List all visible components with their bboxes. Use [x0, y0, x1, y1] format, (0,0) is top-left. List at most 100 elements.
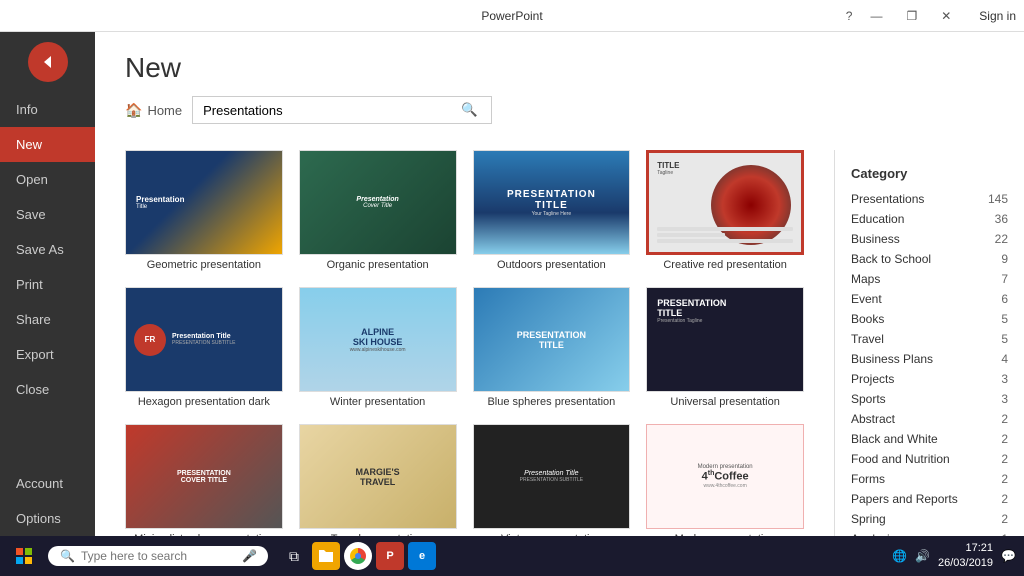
category-presentations[interactable]: Presentations 145	[835, 189, 1024, 209]
category-papers[interactable]: Papers and Reports 2	[835, 489, 1024, 509]
task-view-button[interactable]: ⧉	[280, 542, 308, 570]
category-label: Sports	[851, 392, 886, 406]
title-bar: PowerPoint ? — ❐ ✕ Sign in	[0, 0, 1024, 32]
taskbar-right: 🌐 🔊 17:21 26/03/2019 💬	[892, 541, 1016, 572]
home-link[interactable]: 🏠 Home	[125, 102, 182, 119]
template-thumb-hexagon: FR Presentation Title PRESENTATION SUBTI…	[125, 287, 283, 392]
category-maps[interactable]: Maps 7	[835, 269, 1024, 289]
sidebar-item-account[interactable]: Account	[0, 466, 95, 501]
search-button[interactable]: 🔍	[453, 97, 486, 123]
sidebar-item-options[interactable]: Options	[0, 501, 95, 536]
category-black-white[interactable]: Black and White 2	[835, 429, 1024, 449]
template-thumb-travel: MARGIE'S TRAVEL	[299, 424, 457, 529]
category-count: 5	[1001, 332, 1008, 346]
sidebar-item-save-as[interactable]: Save As	[0, 232, 95, 267]
category-food[interactable]: Food and Nutrition 2	[835, 449, 1024, 469]
sidebar-item-info[interactable]: Info	[0, 92, 95, 127]
powerpoint-button[interactable]: P	[376, 542, 404, 570]
category-label: Business	[851, 232, 900, 246]
template-hexagon[interactable]: FR Presentation Title PRESENTATION SUBTI…	[125, 287, 283, 408]
template-label-geometric: Geometric presentation	[125, 259, 283, 271]
template-winter[interactable]: ALPINE SKI HOUSE www.alpineskihouse.com …	[299, 287, 457, 408]
category-travel[interactable]: Travel 5	[835, 329, 1024, 349]
template-thumb-geometric: Presentation Title	[125, 150, 283, 255]
category-panel: Category Presentations 145 Education 36 …	[834, 150, 1024, 536]
chrome-button[interactable]	[344, 542, 372, 570]
creative-lines	[649, 217, 801, 252]
clock: 17:21	[938, 541, 993, 556]
template-label-organic: Organic presentation	[299, 259, 457, 271]
templates-scroll[interactable]: Presentation Title Geometric presentatio…	[95, 150, 834, 536]
sidebar-item-save[interactable]: Save	[0, 197, 95, 232]
sign-in-button[interactable]: Sign in	[979, 9, 1016, 23]
category-label: Papers and Reports	[851, 492, 958, 506]
edge-button[interactable]: e	[408, 542, 436, 570]
template-blue-spheres[interactable]: PRESENTATION TITLE Blue spheres presenta…	[473, 287, 631, 408]
sidebar-item-share[interactable]: Share	[0, 302, 95, 337]
category-education[interactable]: Education 36	[835, 209, 1024, 229]
notification-button[interactable]: 💬	[1001, 549, 1016, 563]
category-business-plans[interactable]: Business Plans 4	[835, 349, 1024, 369]
template-minimalist[interactable]: PRESENTATION COVER TITLE Minimalist colo…	[125, 424, 283, 536]
category-count: 5	[1001, 312, 1008, 326]
category-books[interactable]: Books 5	[835, 309, 1024, 329]
template-organic[interactable]: Presentation Cover Title Organic present…	[299, 150, 457, 271]
template-thumb-minimalist: PRESENTATION COVER TITLE	[125, 424, 283, 529]
template-thumb-modern: Modern presentation 4thCoffee www.4thcof…	[646, 424, 804, 529]
template-creative-red[interactable]: TITLE Tagline Creative red present	[646, 150, 804, 271]
page-title: New	[125, 52, 994, 84]
volume-icon[interactable]: 🔊	[915, 549, 930, 563]
category-label: Travel	[851, 332, 884, 346]
category-label: Back to School	[851, 252, 931, 266]
category-label: Forms	[851, 472, 885, 486]
sidebar-item-new[interactable]: New	[0, 127, 95, 162]
category-sports[interactable]: Sports 3	[835, 389, 1024, 409]
start-button[interactable]	[8, 540, 40, 572]
category-back-to-school[interactable]: Back to School 9	[835, 249, 1024, 269]
home-label: Home	[147, 103, 182, 118]
template-travel[interactable]: MARGIE'S TRAVEL Travel presentation	[299, 424, 457, 536]
category-event[interactable]: Event 6	[835, 289, 1024, 309]
file-explorer-button[interactable]	[312, 542, 340, 570]
sidebar-item-print[interactable]: Print	[0, 267, 95, 302]
template-geometric[interactable]: Presentation Title Geometric presentatio…	[125, 150, 283, 271]
category-analysis[interactable]: Analysis 1	[835, 529, 1024, 536]
back-button[interactable]	[28, 42, 68, 82]
category-spring[interactable]: Spring 2	[835, 509, 1024, 529]
category-count: 3	[1001, 392, 1008, 406]
search-input-container: 🔍	[192, 96, 492, 124]
minimize-button[interactable]: —	[864, 9, 888, 23]
template-universal[interactable]: PRESENTATION TITLE Presentation Tagline …	[646, 287, 804, 408]
line-2	[657, 233, 725, 237]
category-business[interactable]: Business 22	[835, 229, 1024, 249]
help-button[interactable]: ?	[846, 9, 853, 23]
category-label: Projects	[851, 372, 894, 386]
category-count: 3	[1001, 372, 1008, 386]
restore-button[interactable]: ❐	[900, 9, 923, 23]
taskbar: 🔍 🎤 ⧉ P e 🌐 🔊 17:21 26/03/2019 💬	[0, 536, 1024, 576]
template-thumb-universal: PRESENTATION TITLE Presentation Tagline	[646, 287, 804, 392]
date: 26/03/2019	[938, 556, 993, 571]
category-count: 22	[995, 232, 1008, 246]
sidebar-item-close[interactable]: Close	[0, 372, 95, 407]
category-projects[interactable]: Projects 3	[835, 369, 1024, 389]
category-count: 2	[1001, 512, 1008, 526]
taskbar-search[interactable]: 🔍 🎤	[48, 546, 268, 566]
template-thumb-outdoors: PRESENTATION TITLE Your Tagline Here	[473, 150, 631, 255]
taskbar-search-input[interactable]	[81, 549, 236, 563]
sidebar: Info New Open Save Save As Print Share E…	[0, 32, 95, 536]
template-outdoors[interactable]: PRESENTATION TITLE Your Tagline Here Out…	[473, 150, 631, 271]
sidebar-item-open[interactable]: Open	[0, 162, 95, 197]
sidebar-item-export[interactable]: Export	[0, 337, 95, 372]
category-forms[interactable]: Forms 2	[835, 469, 1024, 489]
template-modern[interactable]: Modern presentation 4thCoffee www.4thcof…	[646, 424, 804, 536]
template-label-universal: Universal presentation	[646, 396, 804, 408]
search-input[interactable]	[193, 98, 453, 123]
content-header: New 🏠 Home 🔍	[95, 32, 1024, 150]
template-vintage[interactable]: Presentation Title PRESENTATION SUBTITLE…	[473, 424, 631, 536]
category-abstract[interactable]: Abstract 2	[835, 409, 1024, 429]
category-count: 2	[1001, 412, 1008, 426]
close-button[interactable]: ✕	[935, 9, 957, 23]
category-header: Category	[835, 160, 1024, 189]
network-icon[interactable]: 🌐	[892, 549, 907, 563]
